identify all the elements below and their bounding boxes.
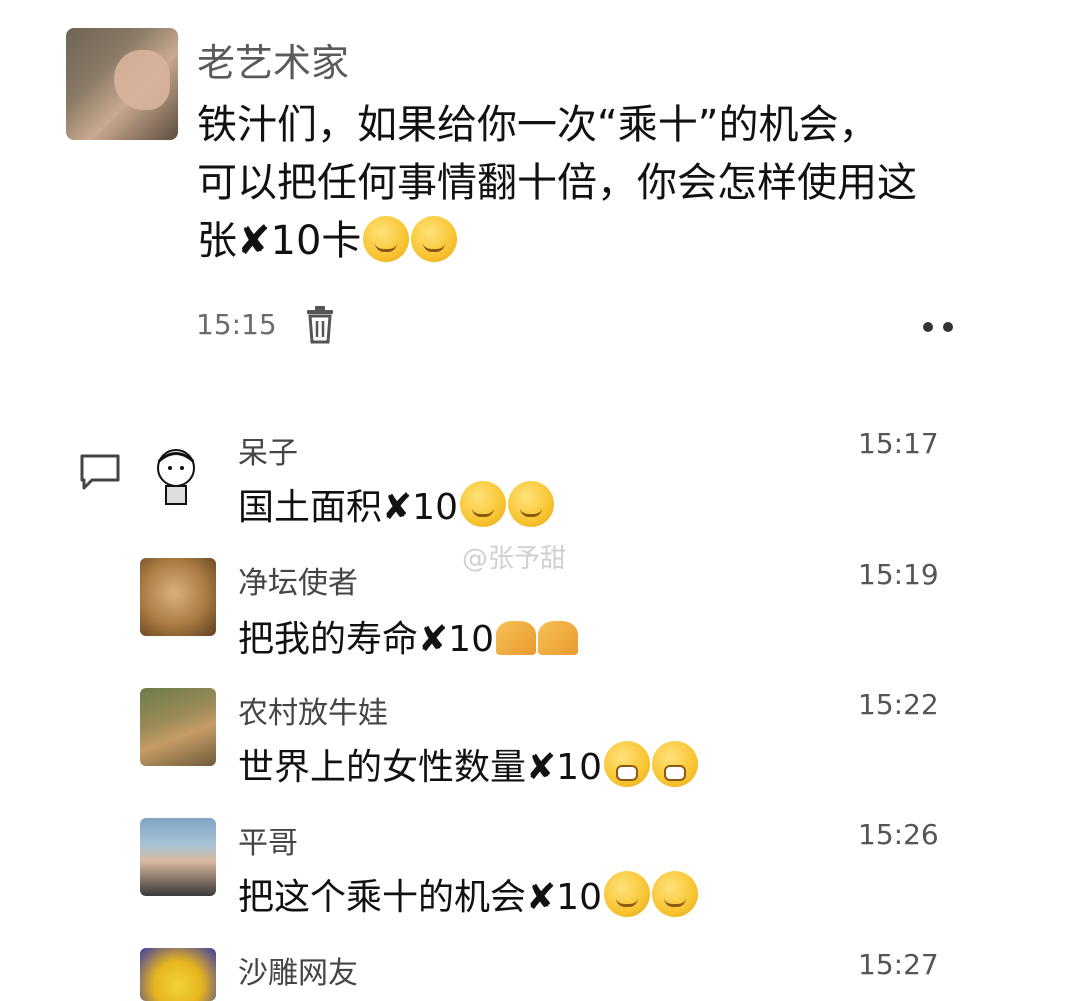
comment-text: 把我的寿命✘10 bbox=[238, 619, 494, 660]
comment-text-wrap: 把这个乘十的机会✘10 bbox=[238, 868, 698, 920]
comment-text: 世界上的女性数量✘10 bbox=[238, 747, 602, 788]
comment-author-name[interactable]: 呆子 bbox=[238, 428, 298, 472]
comment-avatar[interactable] bbox=[140, 818, 216, 896]
comment-avatar[interactable] bbox=[140, 948, 216, 1001]
grin-emoji-icon bbox=[651, 741, 698, 787]
post-author-name[interactable]: 老艺术家 bbox=[197, 32, 349, 87]
praying-hands-icon bbox=[537, 621, 578, 655]
post-text-line1: 铁汁们，如果给你一次“乘十”的机会， bbox=[197, 102, 879, 148]
comment-author-name[interactable]: 沙雕网友 bbox=[238, 948, 358, 992]
post-text-line3-wrap: 张✘10卡 bbox=[197, 212, 997, 270]
smirk-emoji-icon bbox=[507, 481, 554, 527]
comment-text: 把这个乘十的机会✘10 bbox=[238, 877, 602, 918]
comment-avatar[interactable] bbox=[140, 558, 216, 636]
watermark: @张予甜 bbox=[462, 544, 567, 574]
smirk-emoji-icon bbox=[411, 216, 458, 262]
comment-author-name[interactable]: 净坛使者 bbox=[238, 558, 358, 602]
more-dots-icon[interactable] bbox=[918, 318, 958, 336]
comment-timestamp: 15:22 bbox=[858, 688, 939, 721]
smirk-emoji-icon bbox=[603, 871, 650, 917]
comment-author-name[interactable]: 农村放牛娃 bbox=[238, 688, 388, 732]
comment-avatar[interactable] bbox=[140, 688, 216, 766]
comment-timestamp: 15:19 bbox=[858, 558, 939, 591]
post-text-line3: 张✘10卡 bbox=[197, 218, 362, 264]
comment-timestamp: 15:26 bbox=[858, 818, 939, 851]
comment-author-name[interactable]: 平哥 bbox=[238, 818, 298, 862]
smirk-emoji-icon bbox=[459, 481, 506, 527]
smirk-emoji-icon bbox=[363, 216, 410, 262]
smirk-emoji-icon bbox=[651, 871, 698, 917]
comment-text: 国土面积✘10 bbox=[238, 487, 458, 528]
comment-timestamp: 15:27 bbox=[858, 948, 939, 981]
praying-hands-icon bbox=[495, 621, 536, 655]
grin-emoji-icon bbox=[603, 741, 650, 787]
comment-text-wrap: 世界上的女性数量✘10 bbox=[238, 738, 698, 790]
post-content: 铁汁们，如果给你一次“乘十”的机会， 可以把任何事情翻十倍，你会怎样使用这 张✘… bbox=[197, 96, 997, 270]
comment-timestamp: 15:17 bbox=[858, 427, 939, 460]
comment-text-wrap: 国土面积✘10 bbox=[238, 478, 554, 530]
trash-icon[interactable] bbox=[304, 304, 336, 344]
post-text-line2: 可以把任何事情翻十倍，你会怎样使用这 bbox=[197, 160, 917, 206]
post-timestamp: 15:15 bbox=[196, 308, 277, 341]
comment-text-wrap: 把我的寿命✘10 bbox=[238, 610, 578, 662]
post-author-avatar[interactable] bbox=[66, 28, 178, 140]
comment-avatar[interactable] bbox=[150, 446, 202, 506]
comment-bubble-icon bbox=[78, 452, 122, 492]
